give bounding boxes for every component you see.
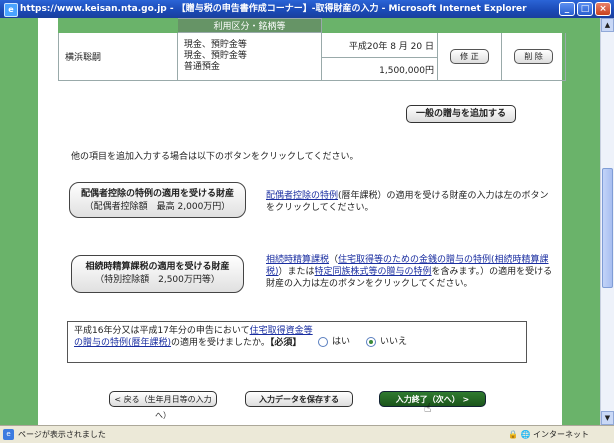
required-mark: 【必須】 (269, 338, 302, 348)
radio-yes-label: はい (332, 337, 351, 347)
internet-zone: 🔒 🌐 インターネット (508, 430, 590, 439)
housing-question: 平成16年分又は平成17年分の申告において住宅取得資金等の贈与の特例(暦年課税)… (74, 325, 314, 349)
close-button[interactable]: × (595, 2, 611, 16)
gift-amount: 1,500,000円 (321, 57, 438, 81)
donor-name: 横浜聡嗣 (58, 32, 178, 81)
spouse-description: 配偶者控除の特例(暦年課税）の適用を受ける財産の入力は左のボタンをクリックしてく… (266, 190, 556, 214)
maximize-button[interactable]: □ (577, 2, 593, 16)
settlement-tax-link[interactable]: 相続時精算課税 (266, 255, 329, 265)
settlement-description: 相続時精算課税（住宅取得等のための金銭の贈与の特例(相続時精算課税)）または特定… (266, 254, 560, 290)
add-general-gift-button[interactable]: 一般の贈与を追加する (406, 105, 516, 123)
settlement-text-1: （ (329, 255, 339, 265)
family-stock-link[interactable]: 特定同族株式等の贈与の特例 (315, 267, 432, 277)
question-prefix: 平成16年分又は平成17年分の申告において (74, 326, 250, 336)
edit-button[interactable]: 修 正 (450, 49, 489, 64)
asset-subtype: 現金、預貯金等 (183, 51, 247, 61)
scrollbar-thumb[interactable] (602, 168, 613, 288)
spouse-button-sublabel: （配偶者控除額 最高 2,000万円） (84, 202, 231, 212)
status-bar: e ページが表示されました 🔒 🌐 インターネット (0, 425, 614, 443)
status-text: ページが表示されました (18, 430, 106, 439)
table-header-spacer (500, 18, 567, 33)
page-icon: e (3, 429, 14, 440)
hand-cursor-icon: ☝ (424, 401, 432, 415)
page-content: 利用区分・銘柄等 横浜聡嗣 現金、預貯金等 現金、預貯金等 普通預金 平成20年… (0, 18, 600, 425)
housing-question-box: 平成16年分又は平成17年分の申告において住宅取得資金等の贈与の特例(暦年課税)… (67, 321, 527, 363)
radio-yes-icon[interactable] (318, 336, 328, 347)
settlement-tax-button[interactable]: 相続時精算課税の適用を受ける財産 （特別控除額 2,500万円等） (71, 255, 244, 293)
minimize-button[interactable]: _ (559, 2, 575, 16)
table-header-spacer (436, 18, 502, 33)
radio-option-no[interactable]: いいえ (366, 336, 407, 348)
edit-cell: 修 正 (436, 32, 502, 81)
back-button[interactable]: < 戻る（生年月日等の入力へ） (109, 391, 217, 420)
asset-detail: 普通預金 (183, 62, 220, 72)
settlement-button-label: 相続時精算課税の適用を受ける財産 (85, 262, 230, 272)
question-suffix: の適用を受けましたか。 (171, 338, 270, 348)
housing-radio-group: はい いいえ (318, 336, 407, 348)
delete-button[interactable]: 削 除 (514, 49, 553, 64)
spouse-deduction-button[interactable]: 配偶者控除の特例の適用を受ける財産 （配偶者控除額 最高 2,000万円） (69, 182, 246, 218)
gift-date: 平成20年 8 月 20 日 (321, 32, 438, 58)
table-row: 横浜聡嗣 現金、預貯金等 現金、預貯金等 普通預金 平成20年 8 月 20 日… (58, 32, 567, 81)
window-title: https://www.keisan.nta.go.jp - 【贈与税の申告書作… (20, 4, 527, 14)
window-title-bar: e https://www.keisan.nta.go.jp - 【贈与税の申告… (0, 0, 614, 18)
ie-icon: e (4, 3, 18, 17)
gift-table: 利用区分・銘柄等 横浜聡嗣 現金、預貯金等 現金、預貯金等 普通預金 平成20年… (58, 18, 567, 81)
vertical-scrollbar[interactable]: ▲ ▼ (600, 18, 614, 425)
table-header-spacer (321, 18, 438, 33)
radio-no-icon[interactable] (366, 336, 377, 347)
asset-type: 現金、預貯金等 (183, 40, 247, 50)
zone-label: インターネット (533, 430, 590, 439)
scroll-down-icon[interactable]: ▼ (601, 411, 614, 425)
table-header-usage: 利用区分・銘柄等 (176, 18, 323, 33)
radio-no-label: いいえ (380, 337, 408, 347)
scroll-up-icon[interactable]: ▲ (601, 18, 614, 32)
settlement-text-2: ）または (278, 267, 315, 277)
window-controls: _ □ × (559, 2, 611, 16)
table-header-spacer (58, 18, 178, 33)
radio-option-yes[interactable]: はい (318, 336, 350, 348)
settlement-button-sublabel: （特別控除額 2,500万円等） (95, 275, 220, 285)
spouse-deduction-link[interactable]: 配偶者控除の特例 (266, 191, 338, 201)
delete-cell: 削 除 (500, 32, 567, 81)
spouse-button-label: 配偶者控除の特例の適用を受ける財産 (80, 189, 234, 199)
next-button[interactable]: 入力終了（次へ） > (379, 391, 486, 407)
save-data-button[interactable]: 入力データを保存する (245, 391, 353, 407)
info-text: 他の項目を追加入力する場合は以下のボタンをクリックしてください。 (71, 152, 359, 162)
asset-type-cell: 現金、預貯金等 現金、預貯金等 普通預金 (176, 32, 323, 81)
